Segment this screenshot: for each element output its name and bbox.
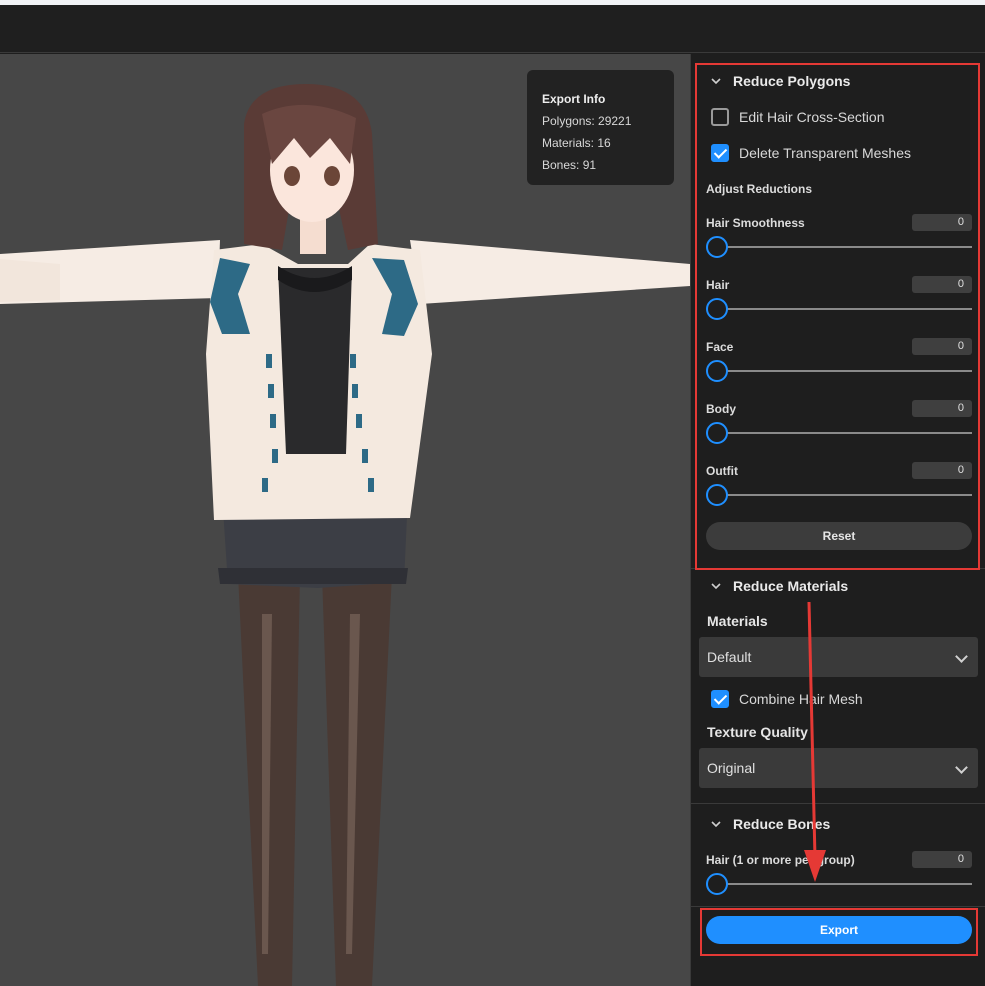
top-toolbar: [0, 5, 985, 53]
materials-select-value: Default: [707, 649, 752, 665]
slider-label-hair-smoothness: Hair Smoothness: [706, 216, 805, 230]
texture-quality-select-value: Original: [707, 760, 756, 776]
slider-value-hair[interactable]: 0: [912, 276, 972, 293]
reset-button[interactable]: Reset: [706, 522, 972, 550]
reduce-polygons-title: Reduce Polygons: [733, 73, 851, 89]
bones-count: Bones: 91: [542, 158, 597, 172]
reduce-polygons-header[interactable]: Reduce Polygons: [711, 73, 850, 89]
export-info-panel: Export Info Polygons: 29221 Materials: 1…: [527, 70, 674, 185]
chevron-down-icon: [711, 821, 721, 828]
export-info-title: Export Info: [542, 92, 606, 106]
combine-hair-mesh-checkbox[interactable]: [711, 690, 729, 708]
slider-value-body[interactable]: 0: [912, 400, 972, 417]
dropdown-caret-icon: [955, 761, 968, 774]
materials-count: Materials: 16: [542, 136, 611, 150]
slider-value-hair-smoothness[interactable]: 0: [912, 214, 972, 231]
slider-value-face[interactable]: 0: [912, 338, 972, 355]
delete-transparent-meshes-checkbox[interactable]: [711, 144, 729, 162]
reduce-materials-title: Reduce Materials: [733, 578, 849, 594]
delete-transparent-meshes-label: Delete Transparent Meshes: [739, 145, 911, 161]
edit-hair-cross-section-toggle[interactable]: Edit Hair Cross-Section: [711, 108, 885, 126]
adjust-reductions-label: Adjust Reductions: [706, 182, 813, 196]
slider-label-outfit: Outfit: [706, 464, 738, 478]
slider-label-face: Face: [706, 340, 734, 354]
export-button[interactable]: Export: [706, 916, 972, 944]
slider-thumb-hair-smoothness[interactable]: [706, 236, 728, 258]
slider-thumb-outfit[interactable]: [706, 484, 728, 506]
slider-track-face[interactable]: [707, 370, 972, 372]
dropdown-caret-icon: [955, 650, 968, 663]
model-viewport[interactable]: Export Info Polygons: 29221 Materials: 1…: [0, 54, 690, 986]
chevron-down-icon: [711, 583, 721, 590]
materials-label: Materials: [707, 613, 768, 629]
section-divider: [691, 906, 985, 907]
slider-thumb-face[interactable]: [706, 360, 728, 382]
edit-hair-cross-section-label: Edit Hair Cross-Section: [739, 109, 885, 125]
avatar-model-render: [0, 84, 690, 986]
edit-hair-cross-section-checkbox[interactable]: [711, 108, 729, 126]
slider-track-outfit[interactable]: [707, 494, 972, 496]
delete-transparent-meshes-toggle[interactable]: Delete Transparent Meshes: [711, 144, 911, 162]
slider-value-outfit[interactable]: 0: [912, 462, 972, 479]
annotation-arrow-icon: [804, 601, 826, 882]
section-divider: [691, 568, 985, 569]
slider-thumb-hair-bones[interactable]: [706, 873, 728, 895]
polygons-count: Polygons: 29221: [542, 114, 632, 128]
chevron-down-icon: [711, 78, 721, 85]
slider-value-hair-bones[interactable]: 0: [912, 851, 972, 868]
slider-label-hair: Hair: [706, 278, 730, 292]
slider-track-hair[interactable]: [707, 308, 972, 310]
slider-track-hair-smoothness[interactable]: [707, 246, 972, 248]
app-window: Export Info Polygons: 29221 Materials: 1…: [0, 0, 985, 986]
slider-label-body: Body: [706, 402, 736, 416]
slider-thumb-hair[interactable]: [706, 298, 728, 320]
reduce-materials-header[interactable]: Reduce Materials: [711, 578, 848, 594]
slider-thumb-body[interactable]: [706, 422, 728, 444]
slider-track-body[interactable]: [707, 432, 972, 434]
